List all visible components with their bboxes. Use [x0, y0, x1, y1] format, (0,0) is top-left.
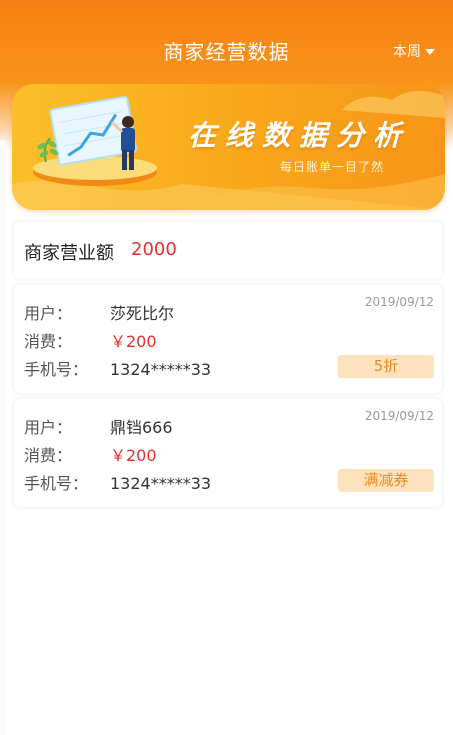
- record-date: 2019/09/12: [364, 295, 434, 309]
- period-selector[interactable]: 本周: [393, 41, 435, 61]
- discount-tag[interactable]: 5折: [338, 355, 434, 378]
- user-name: 鼎铛666: [110, 418, 173, 437]
- phone-row: 手机号： 1324*****33: [24, 356, 211, 380]
- user-row: 用户： 鼎铛666: [24, 414, 173, 438]
- amount-row: 消费： ￥200: [24, 328, 157, 352]
- left-edge-strip: [0, 140, 6, 735]
- revenue-value: 2000: [131, 239, 177, 260]
- phone-value: 1324*****33: [110, 360, 212, 379]
- banner-title: 在线数据分析: [188, 119, 411, 152]
- promo-banner[interactable]: 在线数据分析 每日账单一目了然: [12, 84, 445, 210]
- user-label: 用户：: [24, 418, 73, 437]
- record-card[interactable]: 用户： 鼎铛666 消费： ￥200 手机号： 1324*****33 2019/09…: [14, 399, 442, 507]
- phone-label: 手机号：: [24, 360, 89, 379]
- phone-label: 手机号：: [24, 474, 89, 493]
- revenue-summary-card: 商家营业额 2000: [14, 222, 442, 278]
- revenue-label: 商家营业额: [24, 243, 114, 264]
- discount-tag[interactable]: 满减券: [338, 469, 434, 492]
- user-name: 莎死比尔: [110, 304, 175, 323]
- user-row: 用户： 莎死比尔: [24, 300, 174, 324]
- user-label: 用户：: [24, 304, 73, 323]
- amount-value: ￥200: [110, 446, 157, 465]
- amount-row: 消费： ￥200: [24, 442, 157, 466]
- phone-value: 1324*****33: [110, 474, 212, 493]
- record-card[interactable]: 用户： 莎死比尔 消费： ￥200 手机号： 1324*****33 2019/09/…: [14, 285, 442, 393]
- amount-label: 消费：: [24, 446, 73, 465]
- amount-value: ￥200: [110, 332, 157, 351]
- banner-subtitle: 每日账单一目了然: [280, 160, 385, 174]
- period-label: 本周: [393, 44, 421, 60]
- phone-row: 手机号： 1324*****33: [24, 470, 211, 494]
- record-date: 2019/09/12: [364, 409, 434, 423]
- amount-label: 消费：: [24, 332, 73, 351]
- page-title: 商家经营数据: [163, 40, 290, 64]
- caret-down-icon: [425, 48, 435, 55]
